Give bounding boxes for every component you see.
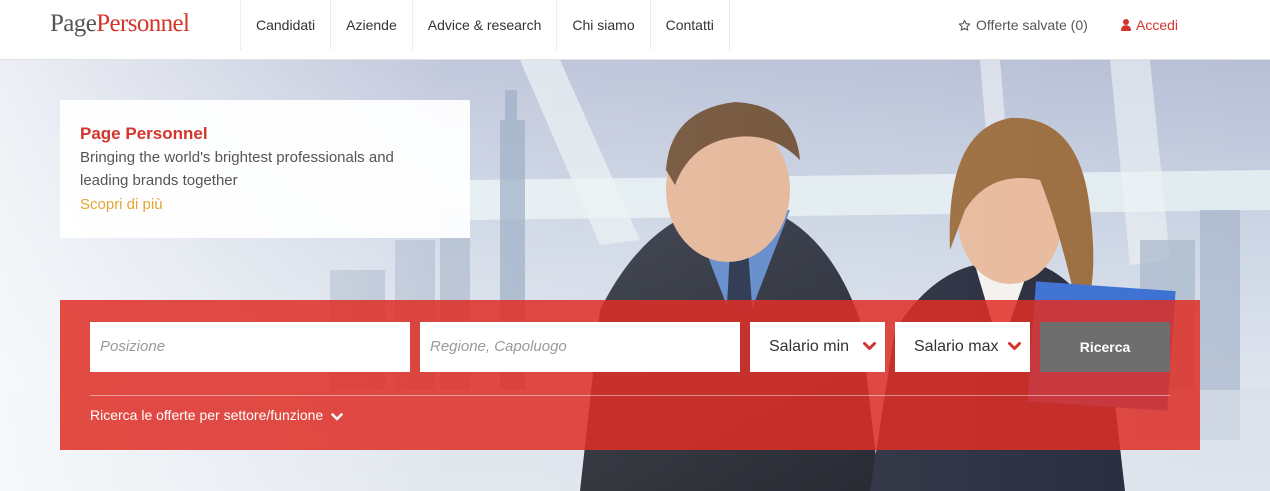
site-header: PagePersonnel Candidati Aziende Advice &… — [0, 0, 1270, 60]
learn-more-link[interactable]: Scopri di più — [80, 193, 450, 217]
nav-item-candidati[interactable]: Candidati — [240, 0, 330, 50]
nav-item-advice-research[interactable]: Advice & research — [411, 0, 557, 50]
promo-box: Page Personnel Bringing the world's brig… — [60, 100, 470, 238]
search-button[interactable]: Ricerca — [1040, 322, 1170, 372]
salary-min-label: Salario min — [769, 338, 850, 355]
star-icon — [958, 19, 971, 31]
search-by-sector-link[interactable]: Ricerca le offerte per settore/funzione — [90, 403, 344, 427]
position-input[interactable]: Posizione — [90, 322, 410, 372]
nav-item-aziende[interactable]: Aziende — [330, 0, 412, 50]
job-search-panel: Posizione Regione, Capoluogo Salario min… — [60, 300, 1200, 450]
salary-max-label: Salario max — [914, 338, 999, 355]
promo-title: Page Personnel — [80, 124, 208, 143]
location-input[interactable]: Regione, Capoluogo — [420, 322, 740, 372]
login-label: Accedi — [1136, 17, 1179, 33]
promo-text: Bringing the world's brightest professio… — [80, 149, 394, 189]
salary-max-select[interactable]: Salario max — [895, 322, 1030, 372]
hero-section: Page Personnel Bringing the world's brig… — [0, 60, 1270, 491]
chevron-down-icon — [331, 413, 344, 421]
chevron-down-icon — [863, 342, 876, 350]
main-nav: Candidati Aziende Advice & research Chi … — [240, 0, 730, 50]
divider — [90, 395, 1170, 396]
search-by-sector-label: Ricerca le offerte per settore/funzione — [90, 407, 324, 423]
chevron-down-icon — [1008, 342, 1021, 350]
saved-jobs-link[interactable]: Offerte salvate (0) — [958, 0, 1088, 50]
salary-min-select[interactable]: Salario min — [750, 322, 885, 372]
user-icon — [1121, 19, 1131, 31]
nav-item-chi-siamo[interactable]: Chi siamo — [556, 0, 649, 50]
page-personnel-logo[interactable]: PagePersonnel — [50, 8, 190, 40]
saved-jobs-label: Offerte salvate (0) — [976, 17, 1088, 33]
login-link[interactable]: Accedi — [1121, 0, 1178, 50]
nav-item-contatti[interactable]: Contatti — [649, 0, 730, 50]
